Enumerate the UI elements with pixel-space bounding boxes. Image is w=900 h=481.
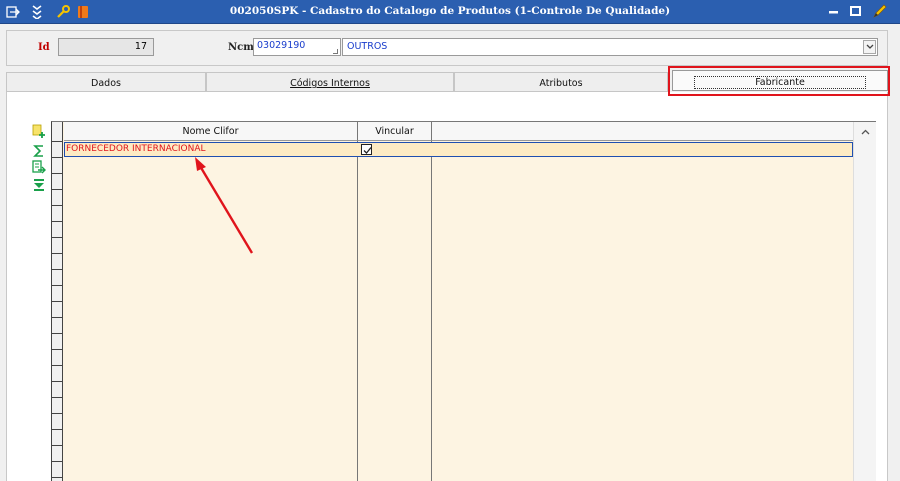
row-tick xyxy=(52,333,63,334)
vincular-checkbox[interactable] xyxy=(361,144,372,155)
column-divider xyxy=(357,141,358,481)
row-tick xyxy=(52,317,63,318)
header-filler xyxy=(432,122,854,141)
column-header-nome-clifor[interactable]: Nome Clifor xyxy=(64,122,358,141)
row-tick xyxy=(52,461,63,462)
id-field[interactable]: 17 xyxy=(58,38,154,56)
checkmark-icon xyxy=(363,147,372,154)
chevron-down-icon xyxy=(866,44,874,49)
row-tick xyxy=(52,381,63,382)
dropdown-button[interactable] xyxy=(863,40,876,54)
row-tick xyxy=(52,397,63,398)
row-tick xyxy=(52,477,63,478)
row-tick xyxy=(52,157,63,158)
row-tick xyxy=(52,445,63,446)
maximize-icon[interactable] xyxy=(848,3,864,19)
minimize-icon[interactable] xyxy=(826,3,842,19)
id-label: Id xyxy=(38,42,50,53)
tab-content: Nome Clifor Vincular FORNECEDOR INTERNAC… xyxy=(6,92,888,481)
row-tick xyxy=(52,301,63,302)
ncm-description-select[interactable]: OUTROS xyxy=(342,38,878,56)
ncm-label: Ncm xyxy=(228,42,254,53)
sum-icon[interactable] xyxy=(32,144,46,158)
row-tick xyxy=(52,429,63,430)
ncm-code-field[interactable]: 03029190 xyxy=(253,38,341,56)
column-header-vincular[interactable]: Vincular xyxy=(358,122,432,141)
table-row[interactable]: FORNECEDOR INTERNACIONAL xyxy=(64,142,853,157)
cell-nome-clifor[interactable]: FORNECEDOR INTERNACIONAL xyxy=(66,144,206,154)
row-tick xyxy=(52,141,63,142)
row-tick xyxy=(52,349,63,350)
row-tick xyxy=(52,365,63,366)
row-tick xyxy=(52,237,63,238)
row-tick xyxy=(52,413,63,414)
highlight-box xyxy=(668,66,890,96)
row-tick xyxy=(52,269,63,270)
column-divider xyxy=(431,141,432,481)
vertical-scrollbar[interactable] xyxy=(853,122,876,481)
row-indicator-column xyxy=(52,122,63,481)
tab-label: Códigos Internos xyxy=(290,78,370,89)
add-row-icon[interactable] xyxy=(32,124,46,138)
filter-icon[interactable] xyxy=(32,178,46,192)
row-tick xyxy=(52,285,63,286)
lookup-corner-icon xyxy=(333,49,338,54)
tab-codigos-internos[interactable]: Códigos Internos xyxy=(206,72,454,92)
tab-dados[interactable]: Dados xyxy=(6,72,206,92)
data-grid: Nome Clifor Vincular FORNECEDOR INTERNAC… xyxy=(51,121,876,481)
tab-label: Atributos xyxy=(539,78,583,89)
ncm-description-value: OUTROS xyxy=(347,41,388,52)
row-tick xyxy=(52,173,63,174)
tab-label: Dados xyxy=(91,78,121,89)
row-tick xyxy=(52,253,63,254)
chevron-up-icon[interactable] xyxy=(861,129,870,135)
row-tick xyxy=(52,221,63,222)
row-tick xyxy=(52,189,63,190)
pencil-icon[interactable] xyxy=(872,3,888,19)
tab-atributos[interactable]: Atributos xyxy=(454,72,668,92)
title-bar: 002050SPK - Cadastro do Catalogo de Prod… xyxy=(0,0,900,24)
row-tick xyxy=(52,205,63,206)
export-icon[interactable] xyxy=(32,160,46,174)
window-title: 002050SPK - Cadastro do Catalogo de Prod… xyxy=(229,5,671,17)
ncm-code-value: 03029190 xyxy=(257,40,306,51)
